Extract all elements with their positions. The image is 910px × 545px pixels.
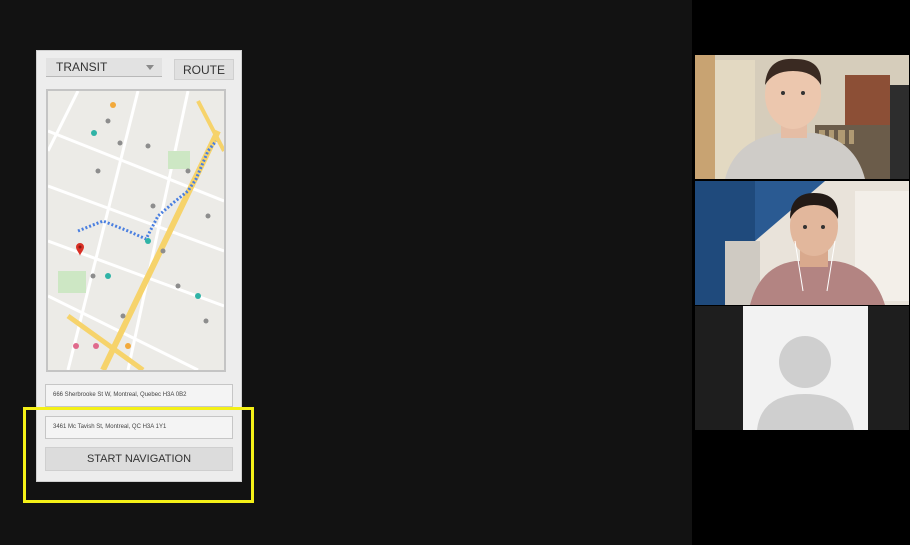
participant-video-2[interactable]	[695, 181, 909, 305]
mode-select-value: TRANSIT	[56, 60, 108, 74]
highlight-box	[23, 407, 254, 503]
shared-screen: TRANSIT ROUTE 666 Sherbrooke St W, Montr…	[0, 0, 692, 545]
participant-video-1[interactable]	[695, 55, 909, 179]
participant-video-1-frame	[695, 55, 909, 179]
chevron-down-icon	[146, 65, 154, 70]
map-graphic	[48, 91, 224, 370]
participant-avatar-tile[interactable]	[695, 306, 909, 430]
mode-select[interactable]: TRANSIT	[46, 58, 162, 77]
avatar	[743, 306, 868, 430]
origin-field[interactable]: 666 Sherbrooke St W, Montreal, Quebec H3…	[45, 384, 233, 407]
user-avatar-icon	[743, 306, 868, 430]
participant-video-2-frame	[695, 181, 909, 305]
route-button[interactable]: ROUTE	[174, 59, 234, 80]
map-view[interactable]	[46, 89, 226, 372]
